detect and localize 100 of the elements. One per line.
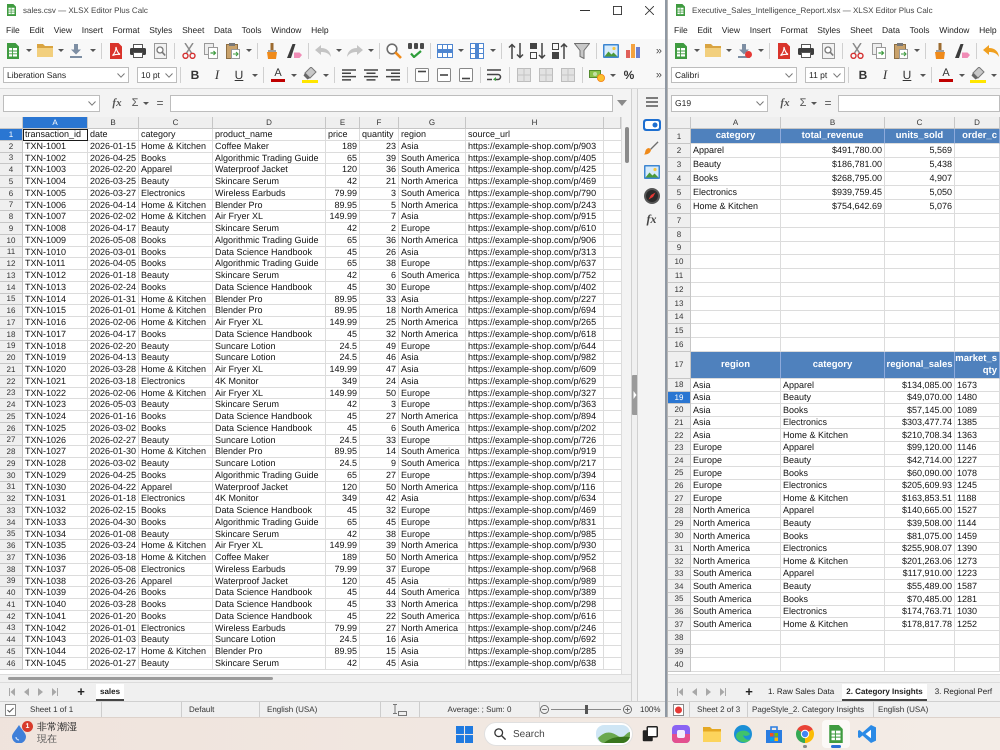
table-cell[interactable] bbox=[955, 242, 1000, 256]
row-header[interactable]: 3 bbox=[668, 158, 691, 172]
table-cell[interactable] bbox=[885, 324, 955, 338]
align-center-icon[interactable] bbox=[364, 69, 378, 81]
scissors-icon[interactable] bbox=[182, 42, 196, 58]
clipboard-icon[interactable] bbox=[894, 42, 908, 58]
caret-icon[interactable] bbox=[833, 72, 841, 78]
font-name-field[interactable]: Calibri bbox=[671, 67, 797, 83]
row-header[interactable]: 17 bbox=[668, 352, 691, 379]
row-header[interactable]: 21 bbox=[668, 416, 691, 430]
print-preview-icon[interactable] bbox=[154, 42, 166, 58]
row-header[interactable]: 40 bbox=[668, 658, 691, 672]
row-header[interactable]: 28 bbox=[0, 446, 23, 458]
caret-icon[interactable] bbox=[90, 49, 96, 52]
name-box-field[interactable]: G19 bbox=[671, 94, 768, 112]
bold-button[interactable]: B bbox=[852, 65, 874, 85]
filter-icon[interactable] bbox=[574, 42, 590, 58]
sort-descending-icon[interactable] bbox=[552, 42, 568, 58]
table-cell[interactable] bbox=[885, 269, 955, 283]
font-color-button[interactable]: A bbox=[935, 65, 957, 85]
menu-icon[interactable] bbox=[646, 97, 658, 107]
align-top-icon[interactable] bbox=[415, 68, 429, 82]
caret-icon[interactable] bbox=[246, 49, 252, 52]
table-cell[interactable] bbox=[691, 255, 781, 270]
row-header[interactable]: 23 bbox=[0, 388, 23, 400]
row-header[interactable]: 30 bbox=[0, 470, 23, 482]
row-header[interactable]: 36 bbox=[0, 540, 23, 552]
row-header[interactable]: 10 bbox=[668, 255, 691, 270]
caret-icon[interactable] bbox=[291, 74, 297, 76]
sheet-tab[interactable]: sales bbox=[96, 684, 124, 700]
menu-item[interactable]: Window bbox=[271, 24, 302, 34]
brush-icon[interactable] bbox=[644, 140, 659, 155]
folder-icon[interactable] bbox=[37, 44, 53, 57]
menu-item[interactable]: Help bbox=[979, 24, 997, 34]
find-replace-icon[interactable] bbox=[386, 42, 402, 58]
row-header[interactable]: 9 bbox=[668, 242, 691, 256]
document-status-icon[interactable] bbox=[673, 704, 684, 716]
caret-icon[interactable] bbox=[726, 49, 732, 52]
add-sheet-button[interactable]: + bbox=[738, 685, 760, 699]
table-cell[interactable] bbox=[955, 324, 1000, 338]
table-cell[interactable] bbox=[885, 228, 955, 242]
spreadsheet-icon[interactable] bbox=[7, 4, 16, 16]
row-header[interactable]: 7 bbox=[668, 214, 691, 228]
copy-icon[interactable] bbox=[204, 42, 218, 58]
eraser-icon[interactable] bbox=[286, 43, 302, 58]
row-header[interactable]: 19 bbox=[668, 392, 691, 404]
undo-icon[interactable] bbox=[983, 44, 999, 56]
row-header[interactable]: 31 bbox=[668, 542, 691, 556]
row-header[interactable]: 26 bbox=[668, 480, 691, 492]
menu-item[interactable]: Format bbox=[112, 24, 140, 34]
table-cell[interactable] bbox=[955, 282, 1000, 297]
menu-item[interactable]: Edit bbox=[697, 24, 712, 34]
row-header[interactable]: 32 bbox=[668, 555, 691, 568]
table-cell[interactable] bbox=[955, 269, 1000, 283]
caret-icon[interactable] bbox=[26, 49, 32, 52]
column-header[interactable]: B bbox=[88, 117, 139, 129]
row-header[interactable]: 43 bbox=[0, 622, 23, 634]
caret-icon[interactable] bbox=[117, 72, 125, 78]
menu-item[interactable]: Tools bbox=[910, 24, 930, 34]
table-cell[interactable] bbox=[691, 644, 781, 658]
caret-icon[interactable] bbox=[143, 102, 149, 104]
selection-mode-icon[interactable] bbox=[393, 704, 407, 716]
last-sheet-icon[interactable] bbox=[720, 688, 726, 696]
row-header[interactable]: 45 bbox=[0, 646, 23, 658]
next-sheet-icon[interactable] bbox=[706, 688, 711, 696]
font-size-field[interactable]: 11 pt bbox=[805, 67, 845, 83]
paint-brush-icon[interactable] bbox=[935, 42, 945, 58]
highlighter-icon[interactable] bbox=[302, 67, 318, 83]
row-header[interactable]: 39 bbox=[668, 644, 691, 658]
menu-item[interactable]: Sheet bbox=[850, 24, 872, 34]
caret-icon[interactable] bbox=[610, 74, 616, 76]
table-cell[interactable] bbox=[781, 242, 885, 256]
row-header[interactable]: 18 bbox=[668, 378, 691, 392]
row-header[interactable]: 21 bbox=[0, 364, 23, 376]
zoom-slider-thumb[interactable] bbox=[584, 705, 588, 714]
table-cell[interactable] bbox=[781, 644, 885, 658]
underline-button[interactable]: U bbox=[896, 65, 918, 85]
printer-icon[interactable] bbox=[798, 44, 814, 58]
sheet-tab[interactable]: 3. Regional Perf bbox=[930, 684, 996, 700]
table-cell[interactable] bbox=[955, 228, 1000, 242]
print-preview-icon[interactable] bbox=[822, 42, 834, 58]
download-arrow-icon[interactable] bbox=[738, 44, 752, 58]
row-header[interactable]: 33 bbox=[0, 505, 23, 517]
menu-item[interactable]: Data bbox=[882, 24, 900, 34]
eraser-icon[interactable] bbox=[954, 43, 970, 58]
last-sheet-icon[interactable] bbox=[52, 688, 58, 696]
merge-cells-icon[interactable] bbox=[539, 68, 553, 82]
caret-icon[interactable] bbox=[336, 49, 342, 52]
column-header[interactable]: F bbox=[360, 117, 399, 129]
font-color-button[interactable]: A bbox=[267, 65, 289, 85]
row-header[interactable]: 3 bbox=[0, 152, 23, 164]
font-name-field[interactable]: Liberation Sans bbox=[3, 67, 129, 83]
table-cell[interactable] bbox=[781, 296, 885, 311]
formula-button[interactable]: = bbox=[154, 95, 166, 111]
app-tile-icon[interactable] bbox=[672, 725, 690, 743]
row-header[interactable]: 2 bbox=[668, 144, 691, 158]
row-header[interactable]: 25 bbox=[0, 411, 23, 423]
row-header[interactable]: 8 bbox=[0, 211, 23, 223]
row-header[interactable]: 14 bbox=[0, 282, 23, 294]
next-sheet-icon[interactable] bbox=[38, 688, 43, 696]
